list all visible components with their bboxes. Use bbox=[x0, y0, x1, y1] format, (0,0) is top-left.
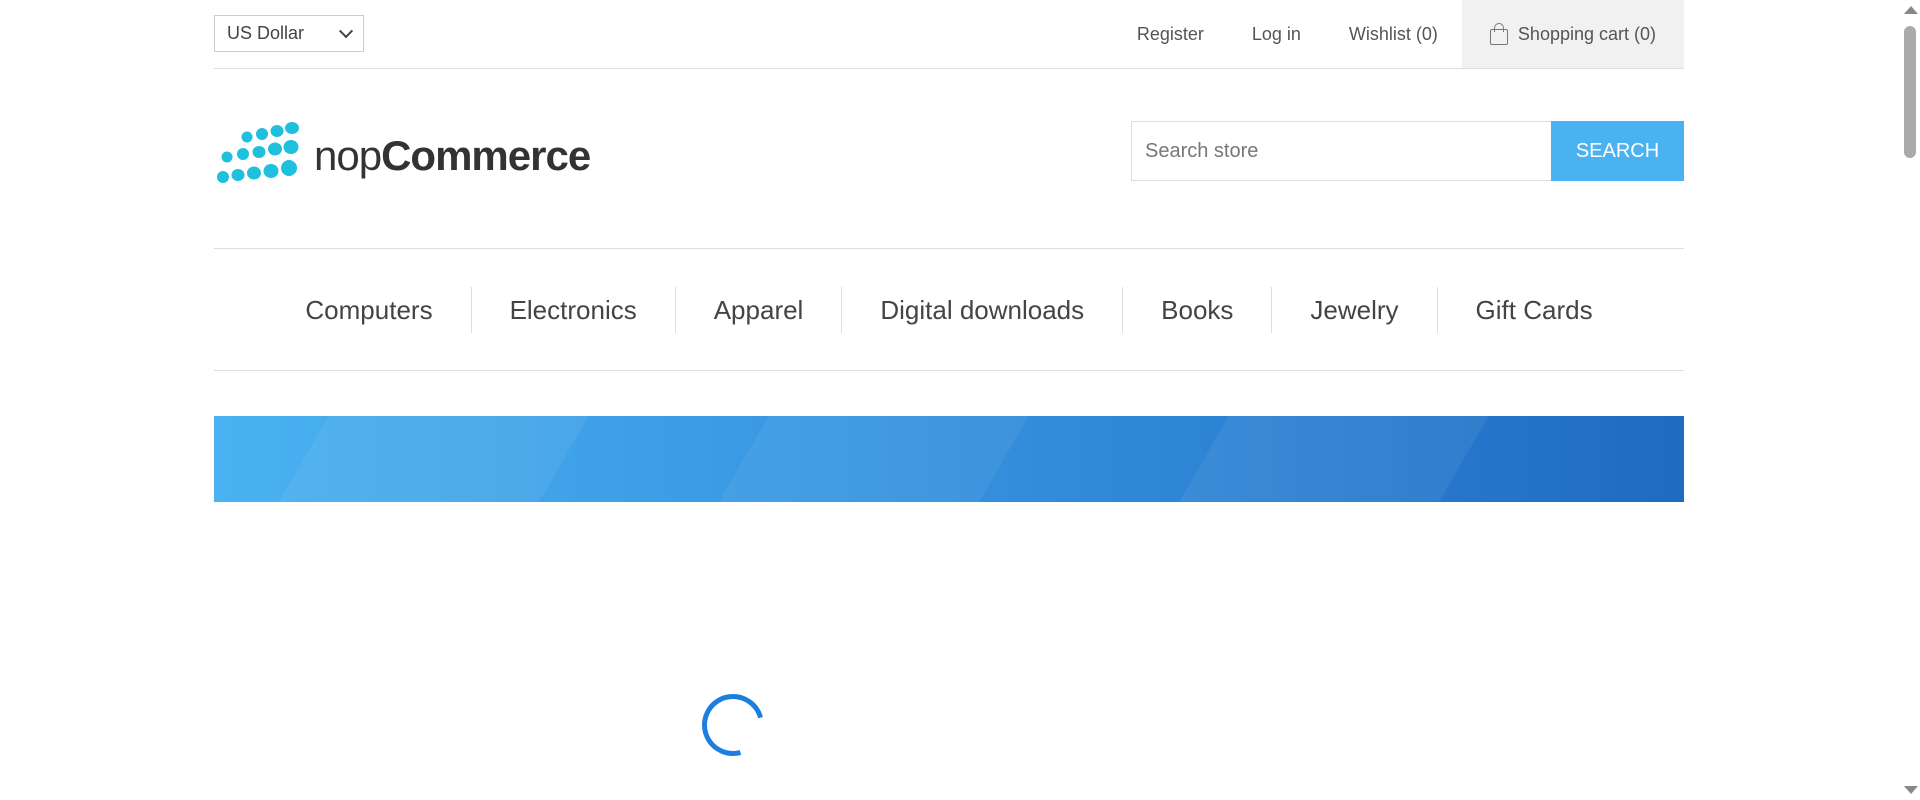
currency-select[interactable]: US Dollar bbox=[214, 15, 364, 52]
logo-name: Commerce bbox=[381, 132, 591, 179]
menu-item-computers[interactable]: Computers bbox=[267, 286, 472, 333]
page-scrollbar[interactable] bbox=[1900, 0, 1920, 800]
register-link[interactable]: Register bbox=[1113, 0, 1228, 68]
search-box: Search store SEARCH bbox=[1131, 121, 1684, 181]
header-upper: US Dollar Register Log in Wishlist (0) S… bbox=[214, 0, 1684, 69]
search-input[interactable]: Search store bbox=[1131, 121, 1551, 181]
header-links: Register Log in Wishlist (0) Shopping ca… bbox=[1113, 0, 1684, 68]
logo-wordmark: nopCommerce bbox=[314, 132, 591, 180]
shopping-cart-link[interactable]: Shopping cart (0) bbox=[1461, 0, 1684, 68]
search-button[interactable]: SEARCH bbox=[1551, 121, 1684, 181]
menu-item-jewelry[interactable]: Jewelry bbox=[1272, 286, 1438, 333]
header-lower: nopCommerce Search store SEARCH bbox=[214, 69, 1684, 249]
shopping-bag-icon bbox=[1489, 23, 1508, 45]
menu-item-books[interactable]: Books bbox=[1123, 286, 1273, 333]
loading-spinner-icon bbox=[690, 682, 776, 768]
shopping-cart-label: Shopping cart (0) bbox=[1517, 23, 1656, 44]
home-slider-banner[interactable] bbox=[214, 416, 1684, 502]
chevron-down-icon bbox=[338, 23, 354, 38]
scroll-down-arrow-icon[interactable] bbox=[1904, 786, 1918, 794]
wishlist-link[interactable]: Wishlist (0) bbox=[1325, 0, 1462, 68]
scrollbar-thumb[interactable] bbox=[1904, 26, 1916, 158]
currency-selected-value: US Dollar bbox=[227, 23, 305, 43]
search-placeholder: Search store bbox=[1145, 139, 1259, 162]
scroll-up-arrow-icon[interactable] bbox=[1904, 6, 1918, 14]
menu-item-digital-downloads[interactable]: Digital downloads bbox=[842, 286, 1124, 333]
menu-item-electronics[interactable]: Electronics bbox=[472, 286, 676, 333]
store-logo[interactable]: nopCommerce bbox=[216, 122, 591, 186]
menu-item-gift-cards[interactable]: Gift Cards bbox=[1438, 287, 1631, 333]
page-container: US Dollar Register Log in Wishlist (0) S… bbox=[214, 0, 1684, 502]
top-menu: Computers Electronics Apparel Digital do… bbox=[214, 248, 1684, 371]
logo-dots-icon bbox=[217, 122, 299, 183]
menu-item-apparel[interactable]: Apparel bbox=[676, 286, 843, 333]
login-link[interactable]: Log in bbox=[1228, 0, 1325, 68]
logo-prefix: nop bbox=[314, 132, 382, 179]
